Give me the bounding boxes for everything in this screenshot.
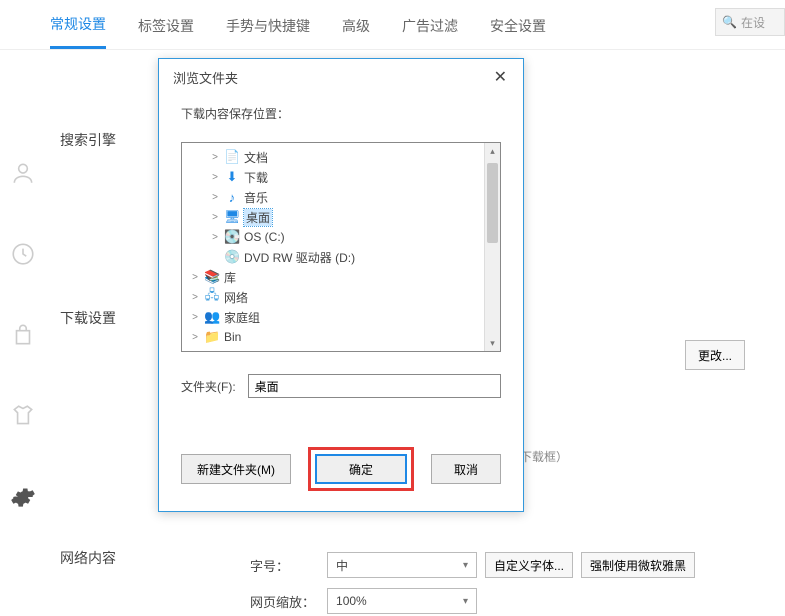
expand-icon[interactable]: > (190, 352, 200, 353)
tree-item[interactable]: > 📚库 (182, 267, 500, 287)
scroll-down-icon[interactable]: ▾ (485, 335, 500, 351)
scroll-thumb[interactable] (487, 163, 498, 243)
tree-item-label: 桌面 (244, 209, 272, 226)
search-icon: 🔍 (722, 15, 737, 29)
tree-item-label: 文档 (244, 149, 268, 166)
expand-icon[interactable]: > (190, 312, 200, 323)
tree-item[interactable]: > ⬇下载 (182, 167, 500, 187)
tree-item[interactable]: > ♪ 音乐 (182, 187, 500, 207)
tree-item[interactable]: > 🖥桌面 (182, 207, 500, 227)
tree-item-label: OS (C:) (244, 230, 285, 244)
folder-name-input[interactable] (248, 374, 501, 398)
expand-icon[interactable]: > (210, 172, 220, 183)
font-size-row: 字号： 中 ▾ 自定义字体... 强制使用微软雅黑 (250, 552, 695, 578)
section-search-engine: 搜索引擎 (60, 130, 116, 150)
tree-item[interactable]: 💿DVD RW 驱动器 (D:) (182, 247, 500, 267)
tree-item-label: 下载 (244, 169, 268, 186)
custom-font-button[interactable]: 自定义字体... (485, 552, 573, 578)
user-icon[interactable] (10, 160, 36, 186)
expand-icon[interactable]: > (210, 152, 220, 163)
tree-item[interactable]: > 🖧网络 (182, 287, 500, 307)
folder-icon: ♪ (224, 190, 240, 205)
tree-item-label: CC (224, 350, 241, 352)
side-nav (10, 160, 36, 510)
tab-security[interactable]: 安全设置 (490, 16, 546, 48)
tree-item[interactable]: > 📁 Bin (182, 327, 500, 347)
change-download-path-button[interactable]: 更改... (685, 340, 745, 370)
page-zoom-row: 网页缩放： 100% ▾ (250, 588, 477, 614)
tree-item[interactable]: > 💽 OS (C:) (182, 227, 500, 247)
close-icon[interactable]: ✕ (488, 67, 513, 87)
font-size-value: 中 (336, 557, 348, 574)
dialog-title: 浏览文件夹 (173, 68, 238, 87)
font-size-label: 字号： (250, 556, 289, 575)
tree-item[interactable]: > 📁 CC (182, 347, 500, 352)
section-network: 网络内容 (60, 548, 116, 568)
page-zoom-value: 100% (336, 594, 367, 608)
expand-icon[interactable]: > (210, 212, 220, 223)
settings-search[interactable]: 🔍 在设 (715, 8, 785, 36)
folder-icon: 📁 (204, 329, 220, 345)
gear-icon[interactable] (10, 484, 36, 510)
tab-labels[interactable]: 标签设置 (138, 16, 194, 48)
expand-icon[interactable]: > (190, 332, 200, 343)
folder-icon: 👥 (204, 309, 220, 325)
folder-icon: 💿 (224, 249, 240, 265)
shirt-icon[interactable] (10, 403, 36, 429)
folder-icon: 📁 (204, 349, 220, 352)
chevron-down-icon: ▾ (463, 560, 468, 571)
page-zoom-select[interactable]: 100% ▾ (327, 588, 477, 614)
clock-icon[interactable] (10, 241, 36, 267)
folder-icon: 💽 (224, 229, 240, 245)
force-msyh-button[interactable]: 强制使用微软雅黑 (581, 552, 695, 578)
expand-icon[interactable]: > (210, 232, 220, 243)
bag-icon[interactable] (10, 322, 36, 348)
folder-icon: ⬇ (224, 169, 240, 185)
chevron-down-icon: ▾ (463, 596, 468, 607)
tab-gestures[interactable]: 手势与快捷键 (226, 16, 310, 48)
dialog-heading: 下载内容保存位置： (181, 105, 501, 122)
tree-item[interactable]: > 👥家庭组 (182, 307, 500, 327)
settings-tabs: 常规设置 标签设置 手势与快捷键 高级 广告过滤 安全设置 🔍 在设 (0, 0, 785, 50)
search-placeholder: 在设 (741, 14, 765, 31)
folder-icon: 🖥 (224, 209, 240, 225)
browse-folder-dialog: 浏览文件夹 ✕ 下载内容保存位置： > 📄文档 > ⬇下载 > ♪ 音乐 > 🖥桌面 > 💽 OS (… (158, 58, 524, 512)
font-size-select[interactable]: 中 ▾ (327, 552, 477, 578)
folder-tree[interactable]: > 📄文档 > ⬇下载 > ♪ 音乐 > 🖥桌面 > 💽 OS (C:) 💿DVD RW 驱动器 (D:… (181, 142, 501, 352)
ok-highlight: 确定 (308, 447, 414, 491)
expand-icon[interactable]: > (210, 192, 220, 203)
folder-icon: 📚 (204, 269, 220, 285)
folder-icon: 📄 (224, 149, 240, 165)
new-folder-button[interactable]: 新建文件夹(M) (181, 454, 291, 484)
expand-icon[interactable]: > (190, 272, 200, 283)
scrollbar[interactable]: ▴ ▾ (484, 143, 500, 351)
tree-item-label: 网络 (224, 289, 248, 306)
page-zoom-label: 网页缩放： (250, 592, 315, 611)
expand-icon[interactable]: > (190, 292, 200, 303)
tree-item-label: 家庭组 (224, 309, 260, 326)
tab-adblock[interactable]: 广告过滤 (402, 16, 458, 48)
folder-field-label: 文件夹(F): (181, 378, 236, 395)
folder-icon: 🖧 (204, 286, 220, 308)
download-frame-label: 下载框） (520, 448, 568, 465)
cancel-button[interactable]: 取消 (431, 454, 501, 484)
tree-item-label: Bin (224, 330, 241, 344)
section-download: 下载设置 (60, 308, 116, 328)
tree-item-label: 库 (224, 269, 236, 286)
ok-button[interactable]: 确定 (315, 454, 407, 484)
scroll-up-icon[interactable]: ▴ (485, 143, 500, 159)
tree-item[interactable]: > 📄文档 (182, 147, 500, 167)
tree-item-label: DVD RW 驱动器 (D:) (244, 249, 355, 266)
tree-item-label: 音乐 (244, 189, 268, 206)
tab-general[interactable]: 常规设置 (50, 14, 106, 49)
dialog-titlebar: 浏览文件夹 ✕ (159, 59, 523, 95)
tab-advanced[interactable]: 高级 (342, 16, 370, 48)
